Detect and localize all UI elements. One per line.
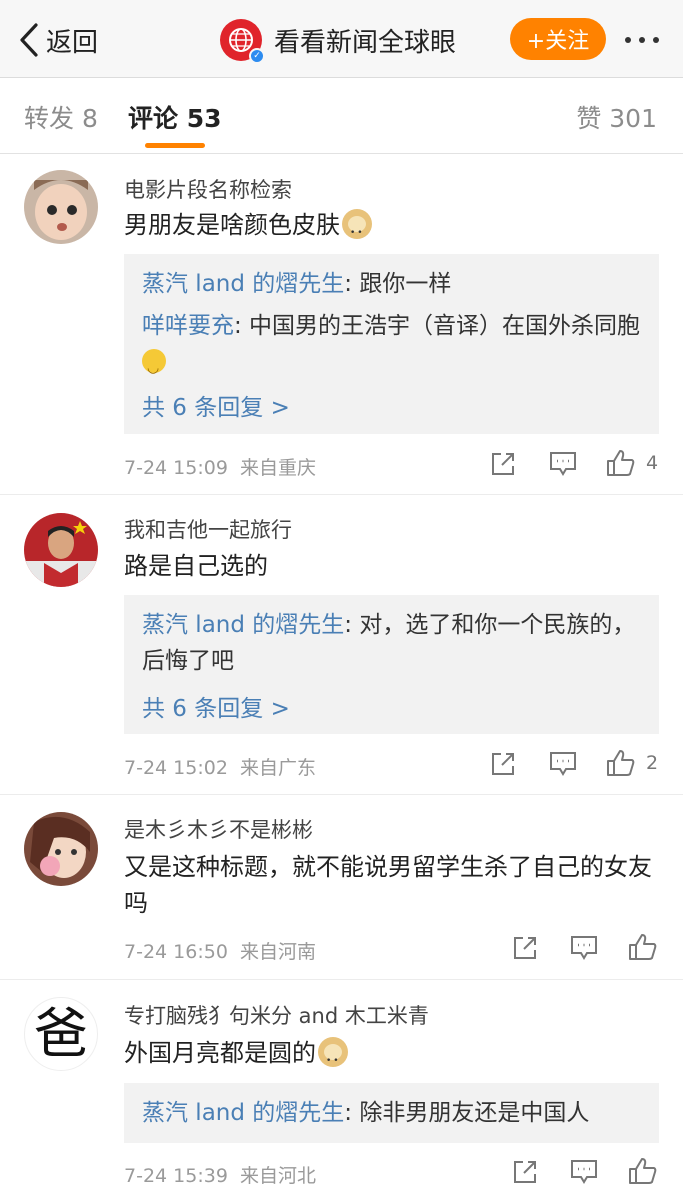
avatar[interactable]	[24, 812, 98, 886]
account-name: 看看新闻全球眼	[274, 27, 457, 58]
like-button[interactable]	[628, 933, 658, 961]
share-button[interactable]	[490, 451, 516, 477]
share-icon	[514, 937, 536, 959]
comment-item: 是木彡木彡不是彬彬 又是这种标题，就不能说男留学生杀了自己的女友吗 7-24 1…	[0, 795, 683, 980]
reply-box: 蒸汽 land 的熠先生: 除非男朋友还是中国人	[124, 1083, 659, 1143]
reply-item: 蒸汽 land 的熠先生: 对，选了和你一个民族的，后悔了吧	[142, 612, 636, 674]
reply-username[interactable]: 蒸汽 land 的熠先生	[142, 1100, 344, 1126]
reply-username[interactable]: 蒸汽 land 的熠先生	[142, 612, 344, 638]
avatar[interactable]	[24, 513, 98, 587]
back-label: 返回	[46, 27, 99, 58]
active-tab-indicator	[145, 143, 205, 148]
comment-text: 路是自己选的	[124, 552, 268, 580]
share-icon	[492, 453, 514, 475]
comment-icon	[571, 936, 597, 960]
share-button[interactable]	[490, 751, 516, 777]
nav-bar: 返回 ✓ 看看新闻全球眼 +关注	[0, 0, 683, 78]
comment-icon	[550, 752, 576, 776]
account-avatar: ✓	[220, 19, 265, 64]
comment-meta: 7-24 15:09 来自重庆	[124, 457, 317, 479]
share-button[interactable]	[512, 1159, 538, 1185]
reply-button[interactable]	[549, 751, 577, 777]
smile-emoji	[142, 349, 166, 386]
tab-comment[interactable]: 评论 53	[128, 99, 222, 135]
like-button[interactable]: 4	[606, 449, 658, 477]
reply-item: 蒸汽 land 的熠先生: 跟你一样	[142, 271, 452, 297]
reply-username[interactable]: 咩咩要充	[142, 313, 234, 339]
tab-bar: 转发 8 评论 53 赞 301	[0, 79, 683, 154]
comment-meta: 7-24 15:39 来自河北	[124, 1165, 317, 1187]
avatar[interactable]	[24, 170, 98, 244]
comment-icon	[550, 452, 576, 476]
comment-item: 电影片段名称检索 男朋友是啥颜色皮肤 蒸汽 land 的熠先生: 跟你一样 咩咩…	[0, 155, 683, 495]
reply-item: 蒸汽 land 的熠先生: 除非男朋友还是中国人	[142, 1100, 590, 1126]
follow-button[interactable]: +关注	[510, 18, 606, 60]
tab-repost[interactable]: 转发 8	[24, 99, 98, 135]
thumbs-up-icon	[607, 750, 635, 776]
more-dots-icon[interactable]	[612, 22, 672, 58]
verified-icon: ✓	[249, 48, 265, 64]
more-replies-link[interactable]: 共 6 条回复 >	[142, 388, 290, 422]
reply-username[interactable]: 蒸汽 land 的熠先生	[142, 271, 344, 297]
comment-text: 又是这种标题，就不能说男留学生杀了自己的女友吗	[124, 853, 652, 917]
reply-box: 蒸汽 land 的熠先生: 对，选了和你一个民族的，后悔了吧 共 6 条回复 >	[124, 595, 659, 734]
reply-button[interactable]	[549, 451, 577, 477]
comment-text: 外国月亮都是圆的	[124, 1035, 664, 1079]
like-count: 4	[646, 452, 659, 474]
comment-meta: 7-24 15:02 来自广东	[124, 757, 317, 779]
comment-username[interactable]: 电影片段名称检索	[124, 174, 292, 204]
account-header[interactable]: ✓ 看看新闻全球眼	[220, 18, 457, 64]
comment-icon	[571, 1160, 597, 1184]
share-button[interactable]	[512, 935, 538, 961]
doge-emoji	[342, 209, 372, 251]
reply-button[interactable]	[570, 1159, 598, 1185]
back-button[interactable]: 返回	[18, 20, 98, 60]
avatar[interactable]: 爸	[24, 997, 98, 1071]
doge-emoji	[318, 1037, 348, 1079]
like-button[interactable]: 2	[606, 749, 658, 777]
tab-like[interactable]: 赞 301	[576, 99, 657, 135]
share-icon	[492, 753, 514, 775]
comment-item: 我和吉他一起旅行 路是自己选的 蒸汽 land 的熠先生: 对，选了和你一个民族…	[0, 495, 683, 795]
comment-username[interactable]: 专打脑残犭句米分 and 木工米青	[124, 1000, 429, 1030]
share-icon	[514, 1161, 536, 1183]
like-count: 2	[646, 752, 659, 774]
reply-button[interactable]	[570, 935, 598, 961]
comment-text: 男朋友是啥颜色皮肤	[124, 207, 664, 251]
comment-meta: 7-24 16:50 来自河南	[124, 941, 317, 963]
thumbs-up-icon	[607, 450, 635, 476]
comment-username[interactable]: 是木彡木彡不是彬彬	[124, 814, 313, 844]
thumbs-up-icon	[629, 934, 657, 960]
comment-username[interactable]: 我和吉他一起旅行	[124, 514, 292, 544]
comment-item: 爸 专打脑残犭句米分 and 木工米青 外国月亮都是圆的 蒸汽 land 的熠先…	[0, 980, 683, 1200]
reply-item: 咩咩要充: 中国男的王浩宇（音译）在国外杀同胞	[142, 308, 642, 386]
thumbs-up-icon	[629, 1158, 657, 1184]
back-chevron-icon	[20, 23, 38, 57]
like-button[interactable]	[628, 1157, 658, 1185]
reply-box: 蒸汽 land 的熠先生: 跟你一样 咩咩要充: 中国男的王浩宇（音译）在国外杀…	[124, 254, 659, 434]
more-replies-link[interactable]: 共 6 条回复 >	[142, 689, 290, 723]
